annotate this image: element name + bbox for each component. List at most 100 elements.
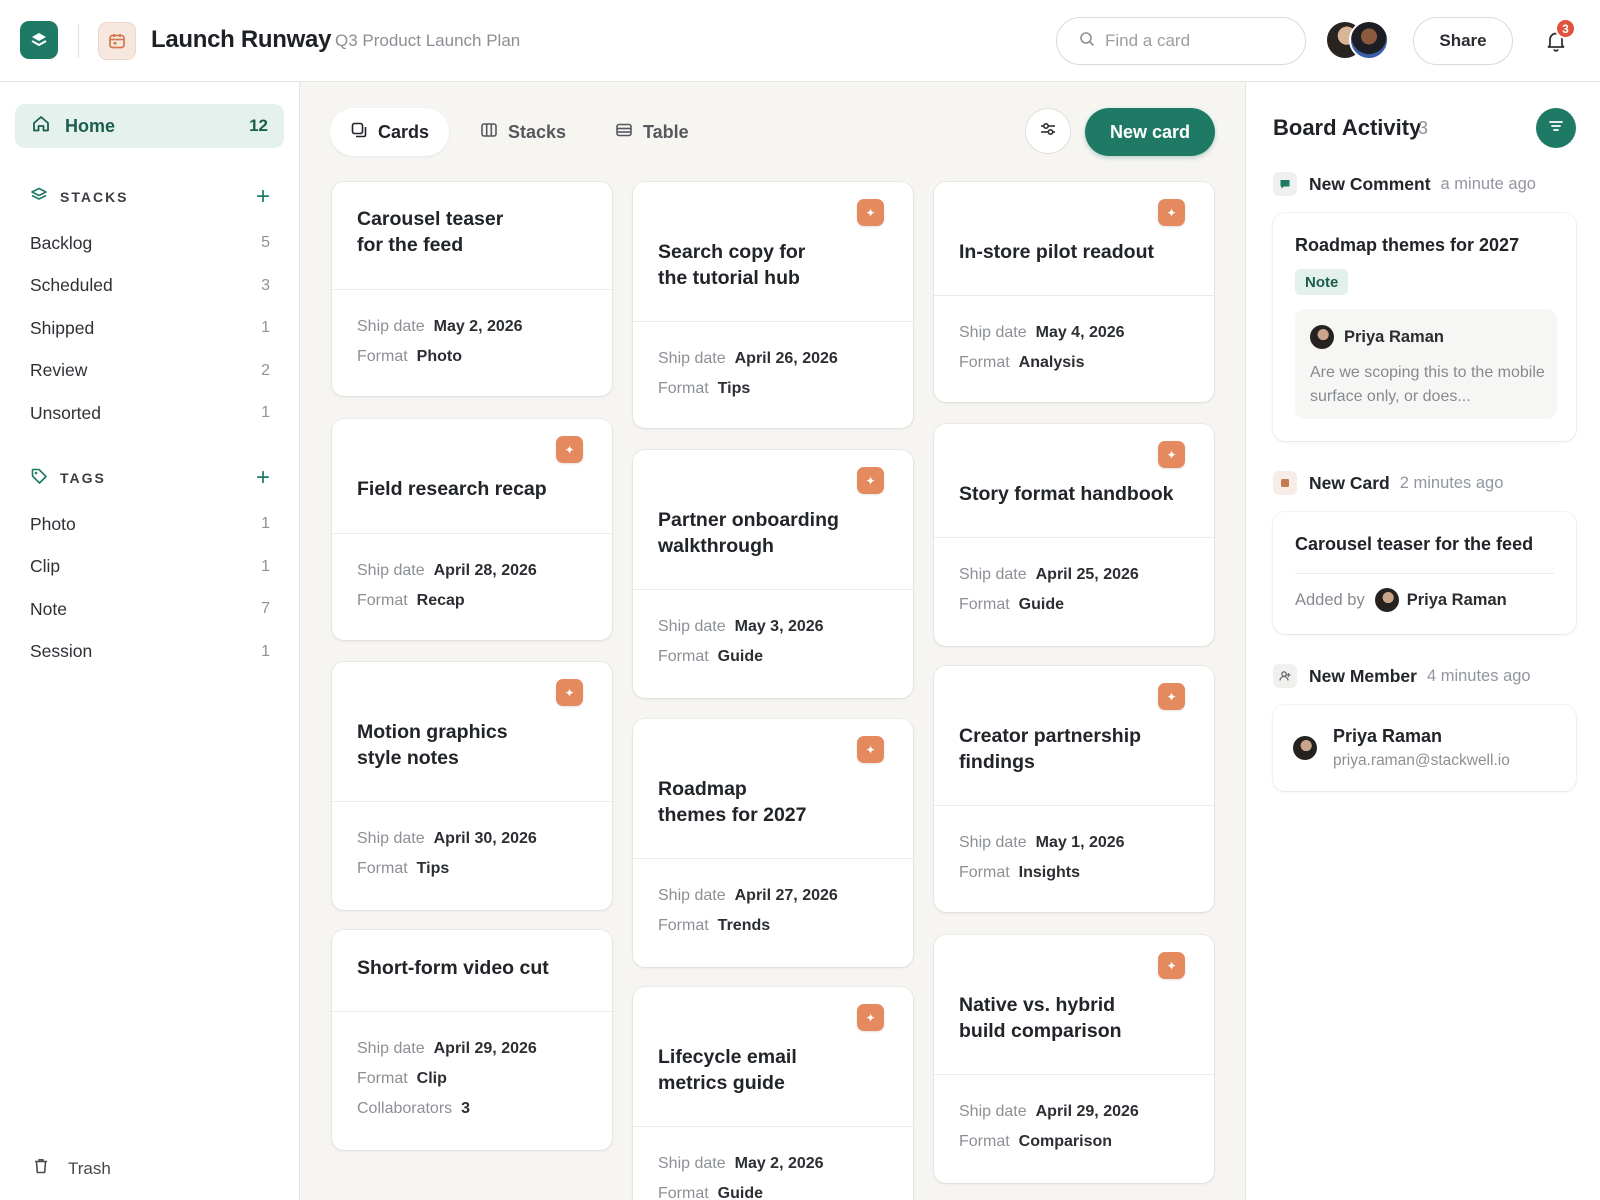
tag-icon (30, 467, 48, 490)
tab-cards[interactable]: Cards (330, 108, 450, 156)
card-icon (1273, 471, 1297, 495)
card-short-form-video[interactable]: Short-form video cut Ship date April 29, … (332, 930, 612, 1150)
card-title-line: build comparison (959, 1020, 1122, 1042)
card-title-line: the tutorial hub (658, 267, 800, 289)
avatar[interactable] (1349, 20, 1389, 60)
card-title: Search copy for the tutorial hub (658, 239, 888, 291)
tab-table[interactable]: Table (595, 108, 709, 156)
format-value: Guide (717, 1185, 764, 1200)
sidebar-item-count: 2 (261, 361, 270, 379)
comment-author: Priya Raman (1344, 327, 1444, 346)
sparkle-icon[interactable]: ✦ (857, 467, 884, 494)
sidebar-item-clip[interactable]: Clip 1 (30, 546, 270, 589)
add-stack-button[interactable]: + (256, 185, 270, 209)
card-header: ✦ Motion graphics style notes (332, 662, 612, 802)
card-header: ✦ Field research recap (332, 419, 612, 534)
card-meta: Ship date May 2, 2026 Format Photo (332, 290, 612, 396)
format-row: Format Tips (658, 374, 888, 404)
sparkle-icon[interactable]: ✦ (857, 199, 884, 226)
meta-label: Format (959, 354, 1010, 371)
card-header: ✦ Lifecycle email metrics guide (633, 987, 913, 1127)
filter-button[interactable] (1025, 108, 1071, 154)
sparkle-icon[interactable]: ✦ (1158, 441, 1185, 468)
event-header-comment: New Comment a minute ago (1273, 172, 1536, 196)
format-row: Format Recap (357, 586, 587, 616)
main-board: Cards Stacks Table New card Carousel tea… (300, 82, 1245, 1200)
sidebar-item-photo[interactable]: Photo 1 (30, 503, 270, 546)
format-value: Recap (416, 592, 465, 609)
meta-label: Ship date (959, 834, 1027, 851)
card-title: Lifecycle email metrics guide (658, 1044, 888, 1096)
format-row: Format Trends (658, 911, 888, 941)
calendar-icon (98, 22, 136, 60)
card-field-research[interactable]: ✦ Field research recap Ship date April 28… (332, 419, 612, 640)
sidebar-item-count: 1 (261, 404, 270, 422)
ship-date-row: Ship date April 25, 2026 (959, 560, 1189, 590)
sidebar-item-unsorted[interactable]: Unsorted 1 (30, 392, 270, 435)
event-card-new-card[interactable]: Carousel teaser for the feed Added by Pr… (1273, 512, 1576, 634)
sparkle-icon[interactable]: ✦ (1158, 952, 1185, 979)
sparkle-icon[interactable]: ✦ (857, 736, 884, 763)
card-in-store-pilot[interactable]: ✦ In-store pilot readout Ship date May 4,… (934, 182, 1214, 402)
search-input[interactable] (1105, 31, 1275, 51)
added-by-label: Added by (1295, 590, 1365, 609)
sidebar-item-shipped[interactable]: Shipped 1 (30, 307, 270, 350)
card-search-copy[interactable]: ✦ Search copy for the tutorial hub Ship d… (633, 182, 913, 428)
event-time: a minute ago (1440, 174, 1536, 193)
sparkle-icon[interactable]: ✦ (857, 1004, 884, 1031)
sparkle-icon[interactable]: ✦ (1158, 199, 1185, 226)
tags-title: TAGS (60, 470, 106, 486)
sidebar-item-note[interactable]: Note 7 (30, 588, 270, 631)
card-title-line: Story format handbook (959, 483, 1174, 505)
sidebar-item-scheduled[interactable]: Scheduled 3 (30, 265, 270, 308)
card-title-line: Lifecycle email (658, 1046, 797, 1068)
meta-label: Ship date (357, 1040, 425, 1057)
app-logo-icon[interactable] (20, 21, 58, 59)
format-value: Guide (1018, 596, 1065, 613)
card-title-line: metrics guide (658, 1072, 785, 1094)
sparkle-icon[interactable]: ✦ (556, 436, 583, 463)
card-creator-partnership[interactable]: ✦ Creator partnership findings Ship date M… (934, 666, 1214, 912)
card-partner-onboarding[interactable]: ✦ Partner onboarding walkthrough Ship dat… (633, 450, 913, 698)
sparkle-icon[interactable]: ✦ (1158, 683, 1185, 710)
meta-label: Ship date (658, 887, 726, 904)
card-title: In-store pilot readout (959, 239, 1189, 265)
sidebar-item-trash[interactable]: Trash (32, 1157, 111, 1180)
card-title-line: Creator partnership (959, 725, 1142, 747)
avatar (1293, 736, 1317, 760)
card-roadmap-themes[interactable]: ✦ Roadmap themes for 2027 Ship date April … (633, 719, 913, 967)
comment-author-row: Priya Raman (1310, 325, 1444, 349)
sidebar-item-home[interactable]: Home 12 (15, 104, 284, 148)
sparkle-icon[interactable]: ✦ (556, 679, 583, 706)
sidebar-item-session[interactable]: Session 1 (30, 631, 270, 674)
meta-label: Format (959, 1133, 1010, 1150)
share-button[interactable]: Share (1413, 17, 1513, 65)
card-lifecycle-email[interactable]: ✦ Lifecycle email metrics guide Ship date… (633, 987, 913, 1200)
tab-label: Table (643, 121, 689, 142)
event-card-member[interactable]: Priya Raman priya.raman@stackwell.io (1273, 705, 1576, 791)
tab-stacks[interactable]: Stacks (460, 108, 586, 156)
activity-filter-button[interactable] (1536, 108, 1576, 148)
card-title-line: Roadmap (658, 778, 747, 800)
sidebar-item-review[interactable]: Review 2 (30, 350, 270, 393)
added-by-name: Priya Raman (1406, 590, 1507, 609)
card-motion-graphics[interactable]: ✦ Motion graphics style notes Ship date Ap… (332, 662, 612, 910)
collaborator-avatars[interactable] (1325, 20, 1389, 62)
trash-label: Trash (68, 1158, 111, 1178)
card-carousel-teaser[interactable]: Carousel teaser for the feed Ship date May… (332, 182, 612, 396)
event-card-comment[interactable]: Roadmap themes for 2027 Note Priya Raman… (1273, 213, 1576, 441)
add-tag-button[interactable]: + (256, 466, 270, 490)
home-icon (31, 114, 51, 139)
new-card-button[interactable]: New card (1085, 108, 1215, 156)
search-box[interactable] (1056, 17, 1306, 65)
sidebar-item-backlog[interactable]: Backlog 5 (30, 222, 270, 265)
format-value: Clip (416, 1070, 447, 1087)
format-value: Tips (416, 860, 450, 877)
added-by-row: Added by Priya Raman (1295, 588, 1507, 612)
card-header: Short-form video cut (332, 930, 612, 1012)
meta-label: Ship date (658, 350, 726, 367)
card-title-line: style notes (357, 747, 459, 769)
card-native-vs-hybrid[interactable]: ✦ Native vs. hybrid build comparison Ship… (934, 935, 1214, 1183)
card-title: Roadmap themes for 2027 (658, 776, 888, 828)
card-story-format[interactable]: ✦ Story format handbook Ship date April 2… (934, 424, 1214, 646)
